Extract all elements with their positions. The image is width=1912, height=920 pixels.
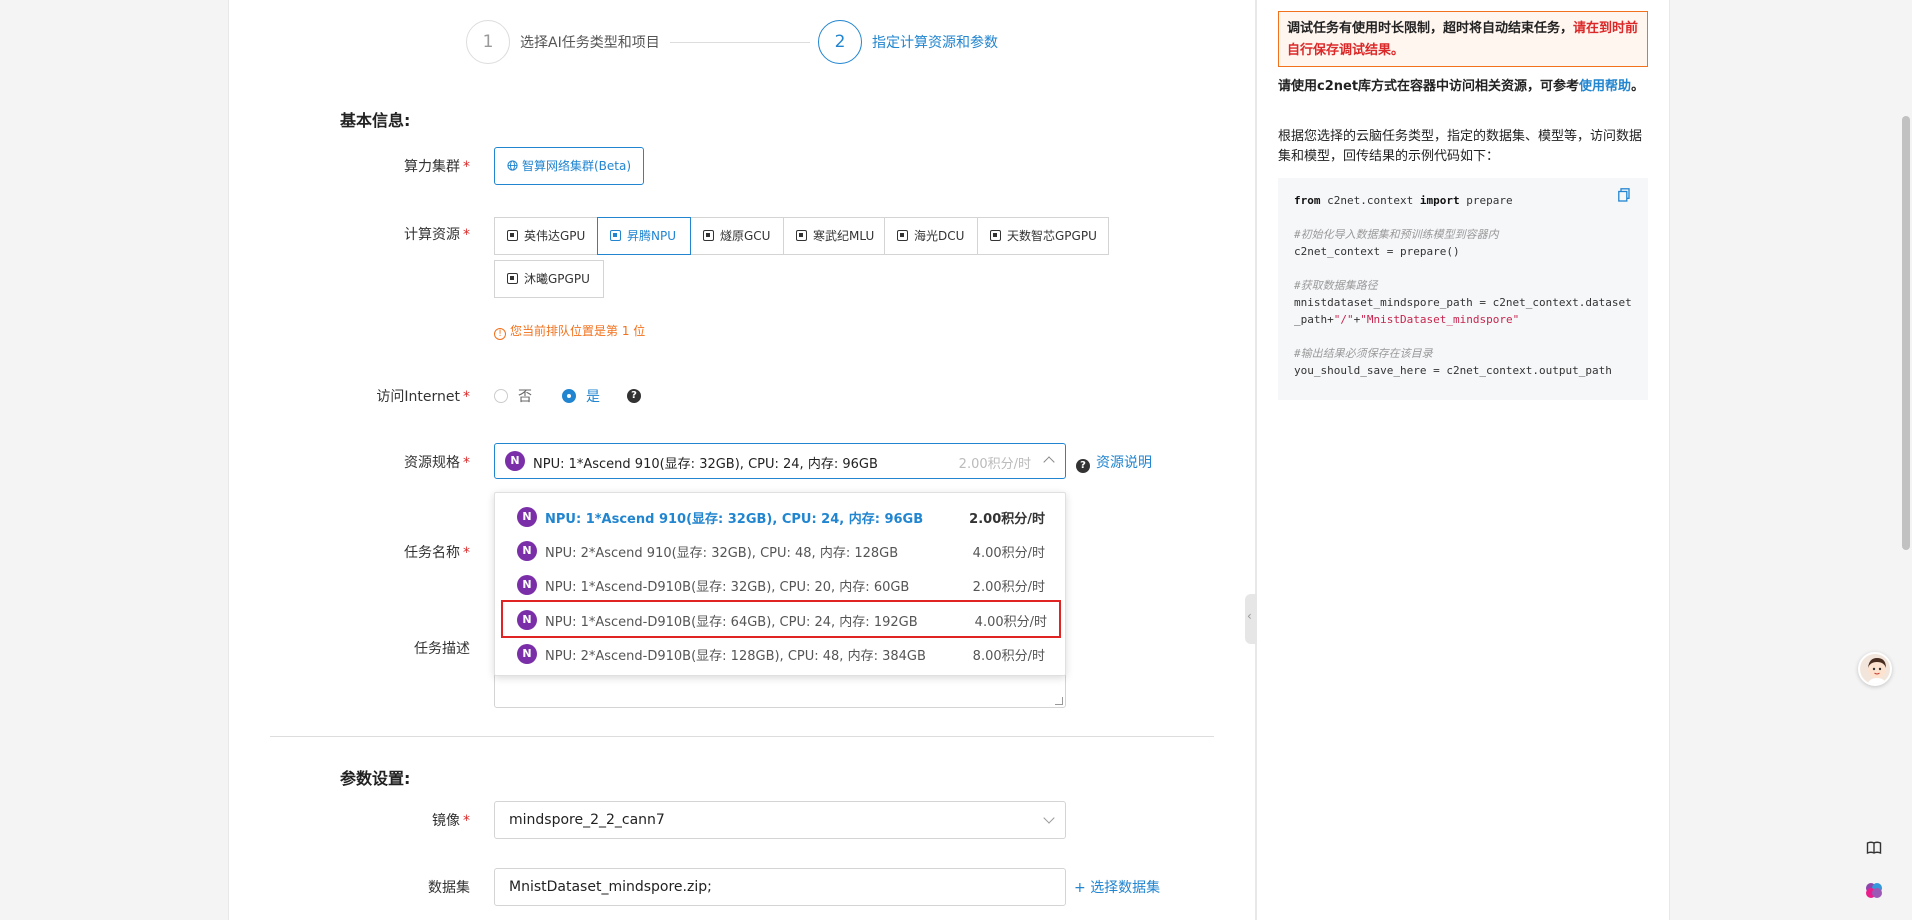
- radio-circle: [494, 389, 508, 403]
- c2net-access-note: 请使用c2net库方式在容器中访问相关资源，可参考使用帮助。: [1278, 79, 1645, 94]
- usage-help-link[interactable]: 使用帮助: [1579, 79, 1631, 94]
- code-comment: #输出结果必须保存在该目录: [1294, 347, 1433, 360]
- question-icon: ?: [1076, 459, 1090, 473]
- radio-circle: [562, 389, 576, 403]
- compute-option-enflame[interactable]: 燧原GCU: [690, 217, 784, 255]
- internet-label: 访问Internet *: [376, 389, 470, 405]
- step-connector: [670, 42, 810, 43]
- code-comment: #初始化导入数据集和预训练模型到容器内: [1294, 228, 1499, 241]
- task-desc-label: 任务描述: [414, 641, 470, 657]
- compute-option-cambricon[interactable]: 寒武纪MLU: [783, 217, 885, 255]
- book-icon[interactable]: [1866, 840, 1882, 856]
- internet-no-radio[interactable]: 否: [494, 386, 532, 406]
- chip-icon: [703, 230, 714, 241]
- spec-select-value: NPU: 1*Ascend 910(显存: 32GB), CPU: 24, 内存…: [533, 457, 878, 472]
- section-divider: [270, 736, 1214, 737]
- npu-badge-icon: N: [517, 610, 537, 630]
- code-comment: #获取数据集路径: [1294, 279, 1378, 292]
- chip-icon: [897, 230, 908, 241]
- npu-badge-icon: N: [505, 451, 525, 471]
- question-icon[interactable]: ?: [627, 389, 641, 403]
- compute-option-iluvatar[interactable]: 天数智芯GPGPU: [977, 217, 1109, 255]
- cluster-button-label: 智算网络集群(Beta): [521, 159, 632, 173]
- chip-icon: [507, 230, 518, 241]
- npu-badge-icon: N: [517, 507, 537, 527]
- params-title: 参数设置:: [340, 769, 411, 788]
- compute-option-ascend[interactable]: 昇腾NPU: [597, 217, 691, 255]
- task-name-label: 任务名称 *: [404, 545, 470, 561]
- warning-icon: !: [494, 328, 506, 340]
- chevron-up-icon: [1043, 456, 1055, 468]
- cluster-button[interactable]: 智算网络集群(Beta): [494, 147, 644, 185]
- assistant-avatar[interactable]: [1858, 652, 1892, 686]
- dataset-input[interactable]: MnistDataset_mindspore.zip;: [494, 868, 1066, 906]
- internet-yes-radio[interactable]: 是: [562, 386, 600, 406]
- step-1-circle: 1: [466, 20, 510, 64]
- spec-option-highlighted[interactable]: N NPU: 1*Ascend-D910B(显存: 64GB), CPU: 24…: [501, 600, 1061, 638]
- npu-badge-icon: N: [517, 541, 537, 561]
- image-label: 镜像 *: [432, 813, 470, 829]
- select-dataset-link[interactable]: + 选择数据集: [1074, 877, 1160, 897]
- dataset-label: 数据集: [428, 880, 470, 896]
- image-select[interactable]: mindspore_2_2_cann7: [494, 801, 1066, 839]
- code-line: c2net_context = prepare(): [1294, 245, 1460, 258]
- resize-handle-icon[interactable]: [1055, 697, 1063, 705]
- collapse-panel-handle[interactable]: [1245, 594, 1257, 644]
- spec-label: 资源规格 *: [404, 455, 470, 471]
- compute-option-hygon[interactable]: 海光DCU: [884, 217, 978, 255]
- code-line: _path+"/"+"MnistDataset_mindspore": [1294, 313, 1520, 326]
- spec-option[interactable]: N NPU: 1*Ascend-D910B(显存: 32GB), CPU: 20…: [495, 567, 1065, 601]
- dataset-input-value: MnistDataset_mindspore.zip;: [509, 879, 712, 895]
- globe-icon: [507, 148, 518, 184]
- compute-option-metax[interactable]: 沐曦GPGPU: [494, 260, 604, 298]
- plus-icon: +: [1074, 880, 1086, 896]
- chevron-down-icon: [1043, 812, 1055, 824]
- image-select-value: mindspore_2_2_cann7: [509, 812, 665, 828]
- queue-tip: ! 您当前排队位置是第 1 位: [494, 322, 645, 340]
- resource-help-link[interactable]: ? 资源说明: [1076, 452, 1152, 473]
- example-code-block: from c2net.context import prepare #初始化导入…: [1278, 178, 1648, 400]
- code-line: from c2net.context import prepare: [1294, 194, 1513, 207]
- step-1-label: 选择AI任务类型和项目: [520, 35, 660, 51]
- page-scrollbar[interactable]: [1899, 0, 1912, 920]
- compute-option-nvidia[interactable]: 英伟达GPU: [494, 217, 598, 255]
- basic-info-title: 基本信息:: [340, 111, 411, 130]
- npu-badge-icon: N: [517, 644, 537, 664]
- spec-option[interactable]: N NPU: 1*Ascend 910(显存: 32GB), CPU: 24, …: [495, 499, 1065, 533]
- code-description: 根据您选择的云脑任务类型，指定的数据集、模型等，访问数据集和模型，回传结果的示例…: [1278, 129, 1643, 164]
- step-indicator: 1 选择AI任务类型和项目 2 指定计算资源和参数: [466, 20, 1066, 66]
- step-2-circle: 2: [818, 20, 862, 64]
- compute-label: 计算资源 *: [404, 227, 470, 243]
- spec-option[interactable]: N NPU: 2*Ascend 910(显存: 32GB), CPU: 48, …: [495, 533, 1065, 567]
- spec-select[interactable]: N NPU: 1*Ascend 910(显存: 32GB), CPU: 24, …: [494, 443, 1066, 479]
- chip-icon: [610, 230, 621, 241]
- npu-badge-icon: N: [517, 575, 537, 595]
- brain-icon[interactable]: [1864, 880, 1884, 900]
- step-2-label: 指定计算资源和参数: [872, 35, 998, 51]
- chip-icon: [796, 230, 807, 241]
- chip-icon: [507, 273, 518, 284]
- cluster-label: 算力集群 *: [404, 159, 470, 175]
- time-limit-warning: 调试任务有使用时长限制，超时将自动结束任务，请在到时前自行保存调试结果。: [1278, 11, 1648, 67]
- scrollbar-thumb[interactable]: [1902, 116, 1910, 550]
- spec-dropdown: N NPU: 1*Ascend 910(显存: 32GB), CPU: 24, …: [494, 492, 1066, 676]
- code-line: you_should_save_here = c2net_context.out…: [1294, 364, 1612, 377]
- code-line: mnistdataset_mindspore_path = c2net_cont…: [1294, 296, 1632, 309]
- chip-icon: [990, 230, 1001, 241]
- spec-select-price: 2.00积分/时: [958, 457, 1031, 472]
- copy-icon[interactable]: [1618, 188, 1630, 202]
- spec-option[interactable]: N NPU: 2*Ascend-D910B(显存: 128GB), CPU: 4…: [495, 636, 1065, 670]
